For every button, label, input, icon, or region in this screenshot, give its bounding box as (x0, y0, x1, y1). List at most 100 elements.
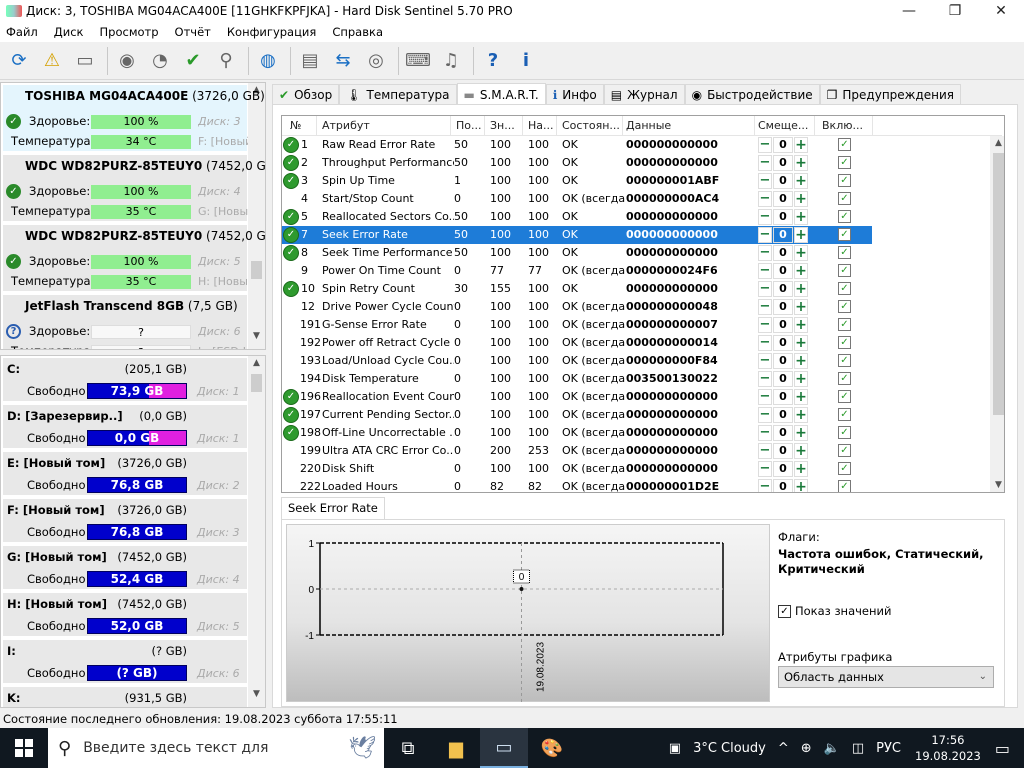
smart-row[interactable]: 192 Power off Retract Cycle ... 0 100 100 OK … (282, 334, 872, 352)
column-divider[interactable] (316, 116, 317, 136)
offset-stepper[interactable]: −0 + (758, 299, 810, 315)
volume-icon[interactable]: 🔈 (824, 741, 840, 756)
enabled-checkbox[interactable]: ✓ (838, 228, 851, 241)
offset-value[interactable]: 0 (773, 389, 793, 405)
enabled-checkbox[interactable]: ✓ (838, 372, 851, 385)
offset-value[interactable]: 0 (773, 371, 793, 387)
offset-stepper[interactable]: −0 + (758, 425, 810, 441)
taskbar-search[interactable]: ⚲ Введите здесь текст для 🕊 (48, 728, 384, 768)
column-divider[interactable] (754, 116, 755, 136)
smart-row[interactable]: ✓ 3 Spin Up Time 1 100 100 OK 000000001ABF −0 + ✓ (282, 172, 872, 190)
smart-row[interactable]: 220Disk Shift0100100OK (всегда...0000000… (282, 460, 872, 478)
column-header[interactable]: № (290, 119, 301, 132)
column-header[interactable]: Атрибут (322, 119, 370, 132)
plus-icon[interactable]: + (794, 461, 808, 477)
offset-value[interactable]: 0 (773, 425, 793, 441)
plus-icon[interactable]: + (794, 371, 808, 387)
smart-row[interactable]: 199 Ultra ATA CRC Error Co... 0 200 253 OK (в… (282, 442, 872, 460)
report-icon[interactable]: ▤ (295, 46, 325, 76)
enabled-checkbox[interactable]: ✓ (838, 408, 851, 421)
enabled-checkbox[interactable]: ✓ (838, 138, 851, 151)
tab-overview[interactable]: ✔ Обзор (272, 84, 340, 105)
smart-row[interactable]: ✓ 7 Seek Error Rate 50 100 100 OK 000000000000−… (282, 226, 872, 244)
offset-value[interactable]: 0 (773, 317, 793, 333)
plus-icon[interactable]: + (794, 191, 808, 207)
column-header[interactable]: Данные (626, 119, 671, 132)
enabled-checkbox[interactable]: ✓ (838, 264, 851, 277)
volume-item[interactable]: F: [Новый том] (3726,0 GB) Свободно 76,8 GB… (3, 499, 247, 544)
minus-icon[interactable]: − (758, 173, 772, 189)
smart-row[interactable]: 191G-Sense Error Rate 0 100 100 OK (всегда..… (282, 316, 872, 334)
graph-attributes-select[interactable]: Область данных ⌄ (778, 666, 994, 688)
column-divider[interactable] (522, 116, 523, 136)
drive-item[interactable]: WDC WD82PURZ-85TEUY0 (7452,0 GB) ✓ Здоровь… (3, 225, 265, 293)
plus-icon[interactable]: + (794, 209, 808, 225)
send-report-icon[interactable]: ⇆ (328, 46, 358, 76)
offset-stepper[interactable]: −0 + (758, 137, 810, 153)
chevron-up-icon[interactable]: ^ (778, 741, 789, 756)
minimize-button[interactable]: — (886, 0, 932, 22)
minus-icon[interactable]: − (758, 191, 772, 207)
offset-value[interactable]: 0 (773, 209, 793, 225)
minus-icon[interactable]: − (758, 353, 772, 369)
language-indicator[interactable]: РУС (876, 741, 901, 756)
smart-row[interactable]: ✓ 2 Throughput Performance 50 100 100 OK 000000… (282, 154, 872, 172)
alert-icon[interactable]: ⚠ (37, 46, 67, 76)
offset-value[interactable]: 0 (773, 353, 793, 369)
enabled-checkbox[interactable]: ✓ (838, 444, 851, 457)
offset-stepper[interactable]: −0 + (758, 443, 810, 459)
minus-icon[interactable]: − (758, 443, 772, 459)
minus-icon[interactable]: − (758, 371, 772, 387)
help-icon[interactable]: ? (478, 46, 508, 76)
offset-value[interactable]: 0 (773, 407, 793, 423)
start-button[interactable] (0, 728, 48, 768)
graph-tab[interactable]: Seek Error Rate (281, 497, 385, 519)
enabled-checkbox[interactable]: ✓ (838, 462, 851, 475)
enabled-checkbox[interactable]: ✓ (838, 246, 851, 259)
column-divider[interactable] (450, 116, 451, 136)
offset-stepper[interactable]: −0 + (758, 263, 810, 279)
column-header[interactable]: Вклю... (822, 119, 863, 132)
disk-ok-icon[interactable]: ✔ (178, 46, 208, 76)
minus-icon[interactable]: − (758, 461, 772, 477)
checkbox-icon[interactable]: ✓ (778, 604, 791, 618)
minus-icon[interactable]: − (758, 245, 772, 261)
offset-stepper[interactable]: −0 + (758, 191, 810, 207)
plus-icon[interactable]: + (794, 425, 808, 441)
enabled-checkbox[interactable]: ✓ (838, 426, 851, 439)
scroll-thumb[interactable] (993, 153, 1004, 415)
disk-search-icon[interactable]: ⚲ (211, 46, 241, 76)
network-icon[interactable]: ⊕ (801, 741, 812, 756)
plus-icon[interactable]: + (794, 443, 808, 459)
offset-value[interactable]: 0 (773, 479, 793, 492)
smart-row[interactable]: 9Power On Time Count07777OK (всегда...00… (282, 262, 872, 280)
plus-icon[interactable]: + (794, 353, 808, 369)
smart-row[interactable]: ✓ 5 Reallocated Sectors Co... 50 100 100 OK 000… (282, 208, 872, 226)
enabled-checkbox[interactable]: ✓ (838, 354, 851, 367)
offset-value[interactable]: 0 (773, 155, 793, 171)
smart-row[interactable]: 222Loaded Hours08282OK (всегда...0000000… (282, 478, 872, 492)
menu-disk[interactable]: Диск (48, 25, 94, 39)
tools-icon[interactable]: ⌨ (403, 46, 433, 76)
volume-item[interactable]: I: (? GB) Свободно (? GB) Диск: 6 (3, 640, 247, 685)
tab-log[interactable]: ▤ Журнал (603, 84, 685, 105)
smart-row[interactable]: ✓ 8 Seek Time Performance 50 100 100 OK 0000000… (282, 244, 872, 262)
smart-row[interactable]: 12 Drive Power Cycle Count 0 100 100 OK (всег… (282, 298, 872, 316)
minus-icon[interactable]: − (758, 209, 772, 225)
plus-icon[interactable]: + (794, 137, 808, 153)
enabled-checkbox[interactable]: ✓ (838, 336, 851, 349)
enabled-checkbox[interactable]: ✓ (838, 318, 851, 331)
network-icon[interactable]: ◎ (361, 46, 391, 76)
menu-help[interactable]: Справка (326, 25, 393, 39)
offset-value[interactable]: 0 (773, 299, 793, 315)
tab-thermometer[interactable]: 🌡 Температура (339, 84, 457, 105)
offset-stepper[interactable]: −0 + (758, 281, 810, 297)
task-view-icon[interactable]: ⧉ (384, 728, 432, 768)
scroll-thumb[interactable] (251, 374, 262, 392)
smart-row[interactable]: ✓ 196 Reallocation Event Count 0 100 100 OK (в… (282, 388, 872, 406)
paint-icon[interactable]: 🎨 (528, 728, 576, 768)
offset-value[interactable]: 0 (773, 335, 793, 351)
column-divider[interactable] (622, 116, 623, 136)
file-explorer-icon[interactable]: ▆ (432, 728, 480, 768)
offset-stepper[interactable]: −0 + (758, 407, 810, 423)
